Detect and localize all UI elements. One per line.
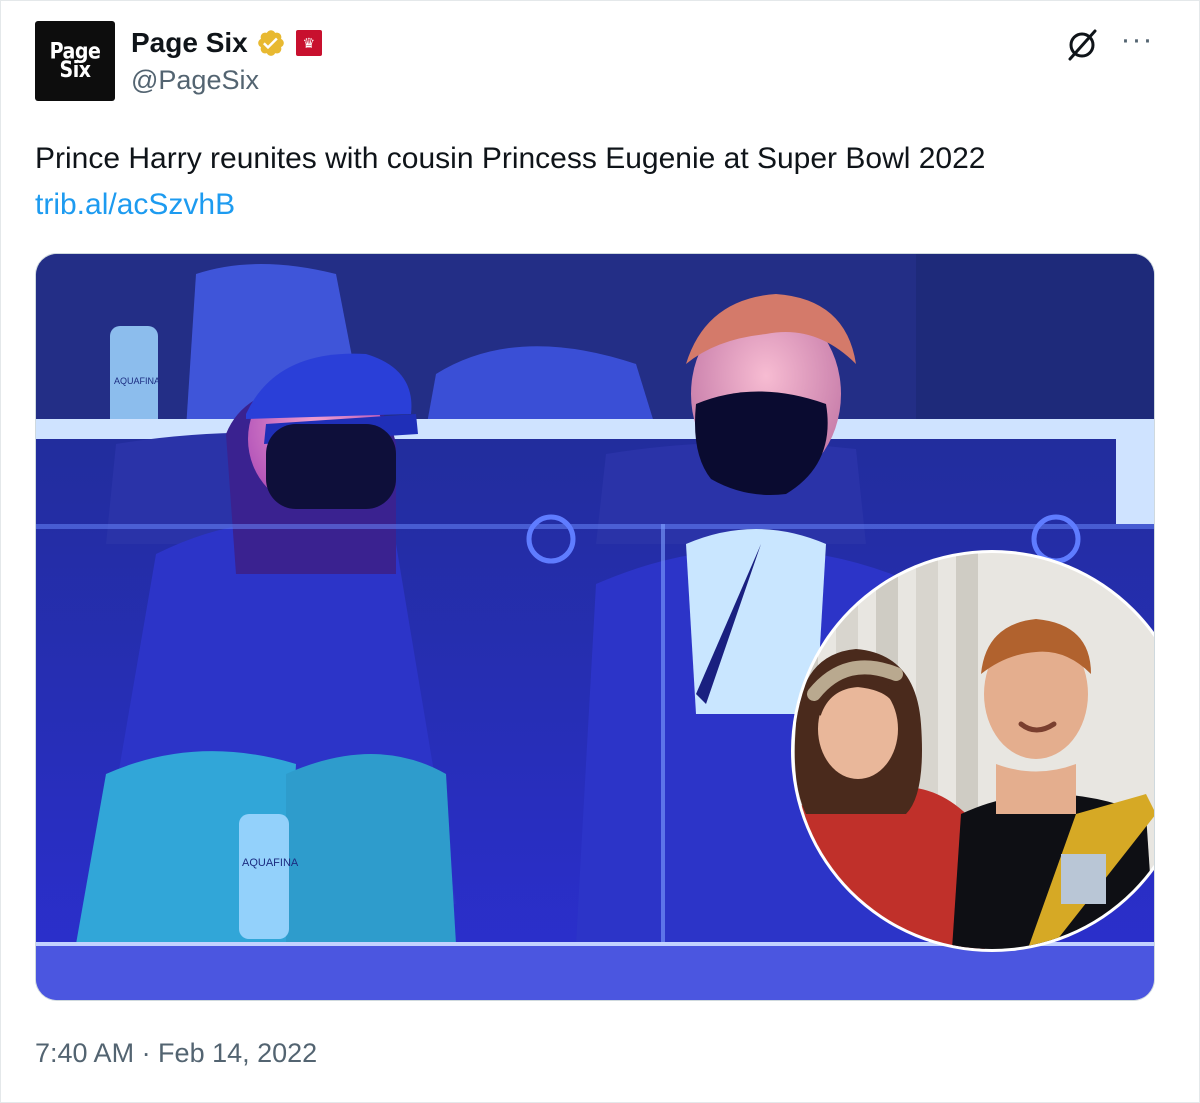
author-name-row: Page Six ♛ [131, 25, 322, 61]
bottle-label-bottom: AQUAFINA [242, 857, 299, 869]
tweet-media-image[interactable]: AQUAFINA AQUAFINA [35, 253, 1155, 1001]
more-icon[interactable]: ··· [1117, 25, 1157, 61]
super-bowl-photo: AQUAFINA AQUAFINA [36, 254, 1154, 1000]
author-avatar[interactable]: Page Six [35, 21, 115, 101]
avatar-logo-text: Page Six [49, 39, 101, 83]
verified-badge-icon[interactable] [256, 28, 286, 58]
tweet-link[interactable]: trib.al/acSzvhB [35, 185, 235, 225]
tweet-text: Prince Harry reunites with cousin Prince… [35, 142, 986, 175]
author-handle[interactable]: @PageSix [131, 65, 259, 96]
affiliate-badge-icon[interactable]: ♛ [295, 30, 322, 56]
bottle-label-left: AQUAFINA [114, 376, 160, 386]
author-display-name[interactable]: Page Six [131, 27, 248, 59]
tweet-card[interactable]: Page Six Page Six ♛ @PageSix ··· Prince … [0, 0, 1200, 1103]
grok-icon[interactable] [1064, 27, 1100, 63]
tweet-timestamp[interactable]: 7:40 AM · Feb 14, 2022 [35, 1035, 317, 1071]
